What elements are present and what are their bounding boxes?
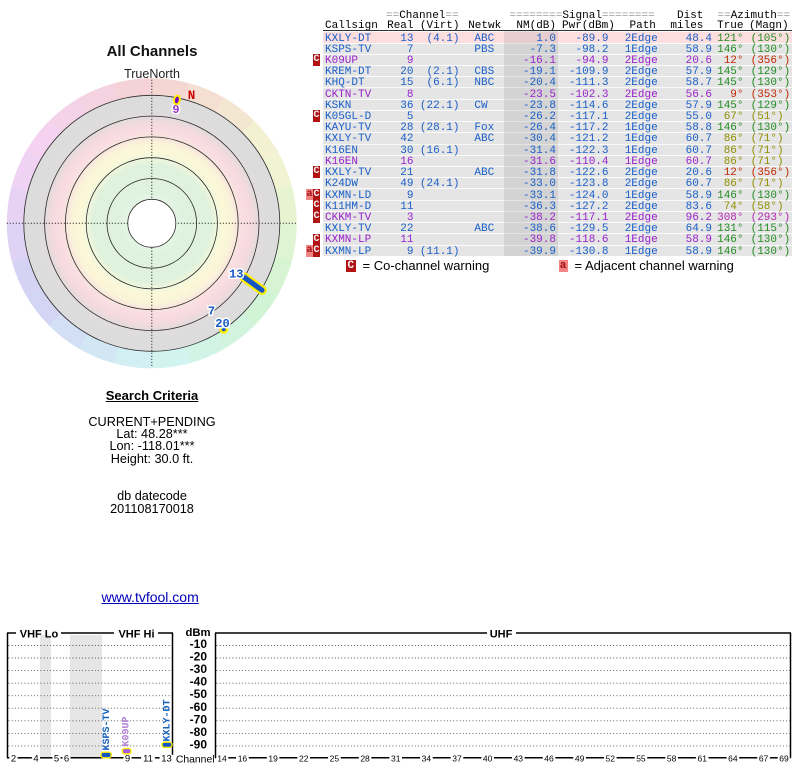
svg-text:31: 31 bbox=[391, 753, 401, 763]
svg-text:KXLY-DT: KXLY-DT bbox=[163, 699, 174, 741]
svg-text:5: 5 bbox=[54, 753, 59, 764]
svg-text:64: 64 bbox=[728, 753, 738, 763]
svg-text:4: 4 bbox=[33, 753, 38, 764]
svg-text:49: 49 bbox=[575, 753, 585, 763]
svg-text:Channel: Channel bbox=[176, 755, 215, 766]
svg-text:VHF Hi: VHF Hi bbox=[118, 629, 154, 641]
svg-text:-90: -90 bbox=[190, 737, 208, 751]
svg-text:40: 40 bbox=[483, 753, 493, 763]
svg-text:46: 46 bbox=[544, 753, 554, 763]
svg-text:7: 7 bbox=[208, 305, 215, 319]
svg-text:UHF: UHF bbox=[490, 629, 513, 641]
svg-text:13: 13 bbox=[161, 753, 172, 764]
svg-text:69: 69 bbox=[779, 753, 789, 763]
svg-text:52: 52 bbox=[606, 753, 616, 763]
svg-text:2: 2 bbox=[11, 753, 16, 764]
svg-text:20: 20 bbox=[215, 317, 229, 331]
svg-text:16: 16 bbox=[238, 753, 248, 763]
svg-text:VHF Lo: VHF Lo bbox=[20, 629, 59, 641]
svg-text:43: 43 bbox=[514, 753, 524, 763]
svg-text:11: 11 bbox=[143, 753, 153, 764]
svg-text:34: 34 bbox=[422, 753, 432, 763]
svg-text:67: 67 bbox=[759, 753, 769, 763]
svg-text:14: 14 bbox=[217, 753, 227, 763]
svg-text:55: 55 bbox=[636, 753, 646, 763]
svg-text:KSPS-TV: KSPS-TV bbox=[102, 708, 113, 750]
svg-text:22: 22 bbox=[299, 753, 309, 763]
svg-text:58: 58 bbox=[667, 753, 677, 763]
svg-text:6: 6 bbox=[64, 753, 69, 764]
svg-text:19: 19 bbox=[268, 753, 278, 763]
svg-text:28: 28 bbox=[360, 753, 370, 763]
svg-text:9: 9 bbox=[125, 753, 130, 764]
svg-text:K09UP: K09UP bbox=[122, 716, 133, 746]
svg-text:37: 37 bbox=[452, 753, 462, 763]
svg-text:61: 61 bbox=[698, 753, 708, 763]
svg-text:25: 25 bbox=[330, 753, 340, 763]
